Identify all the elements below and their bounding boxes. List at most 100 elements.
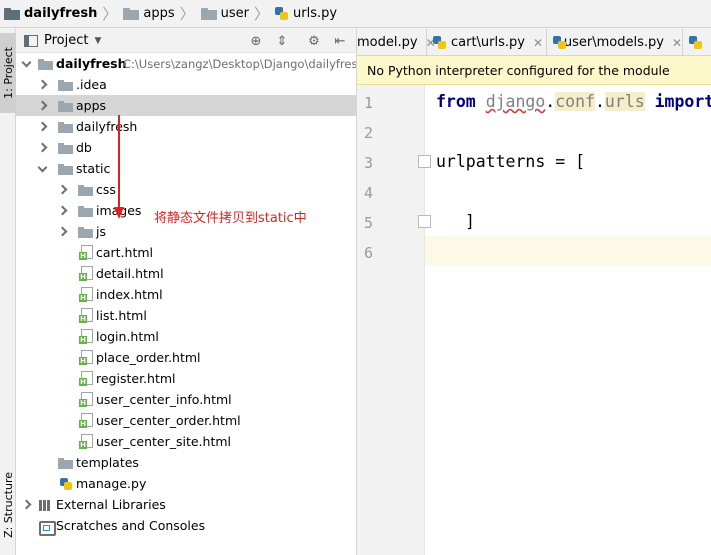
line-number: 2: [363, 124, 373, 142]
breadcrumb-file-label: urls.py: [293, 6, 338, 21]
dot: .: [594, 92, 605, 111]
tree-item-html-file[interactable]: detail.html: [16, 263, 356, 284]
python-file-icon: [553, 35, 566, 50]
python-file-icon: [275, 6, 289, 21]
tree-item-idea[interactable]: .idea: [16, 74, 356, 95]
tab-model-py[interactable]: model.py ✕: [357, 29, 436, 55]
tree-item-html-file[interactable]: index.html: [16, 284, 356, 305]
tab-label: user\models.py: [563, 35, 664, 50]
tree-item-apps[interactable]: apps: [16, 95, 356, 116]
annotation-text: 将静态文件拷贝到static中: [154, 211, 307, 226]
folder-icon: [57, 78, 73, 92]
html-file-icon: [79, 329, 93, 344]
structure-tool-tab[interactable]: Z: Structure: [0, 459, 16, 551]
chevron-right-icon[interactable]: [56, 205, 68, 217]
folder-icon: [57, 162, 73, 176]
tree-item-scratches[interactable]: Scratches and Consoles: [16, 515, 356, 536]
tree-item-label: static: [76, 161, 111, 176]
chevron-right-icon[interactable]: [56, 184, 68, 196]
html-file-icon: [79, 434, 93, 449]
tree-item-html-file[interactable]: user_center_order.html: [16, 410, 356, 431]
tree-item-label: manage.py: [76, 476, 147, 491]
tree-item-html-file[interactable]: user_center_info.html: [16, 389, 356, 410]
tree-item-dailyfresh[interactable]: dailyfresh: [16, 116, 356, 137]
dot: .: [545, 92, 556, 111]
tree-item-templates[interactable]: templates: [16, 452, 356, 473]
tree-item-html-file[interactable]: cart.html: [16, 242, 356, 263]
folder-icon: [37, 57, 53, 71]
close-icon[interactable]: ✕: [533, 36, 543, 50]
chevron-right-icon[interactable]: [36, 79, 48, 91]
project-folder-icon: [4, 7, 20, 20]
tree-item-label: list.html: [96, 308, 147, 323]
project-panel-header: Project ▼ ⊕ ⇕ ⚙ ⇤: [16, 29, 356, 53]
tree-item-html-file[interactable]: user_center_site.html: [16, 431, 356, 452]
breadcrumb-apps[interactable]: apps 〉: [123, 0, 200, 28]
chevron-down-icon[interactable]: [20, 58, 32, 70]
chevron-down-icon[interactable]: ▼: [94, 36, 101, 46]
tree-item-static[interactable]: static: [16, 158, 356, 179]
chevron-right-icon[interactable]: [36, 121, 48, 133]
fold-marker-icon[interactable]: [418, 155, 431, 168]
tree-item-label: css: [96, 182, 116, 197]
project-tree: dailyfresh C:\Users\zangz\Desktop\Django…: [16, 53, 356, 555]
html-file-icon: [79, 287, 93, 302]
tree-item-html-file[interactable]: list.html: [16, 305, 356, 326]
code-editor[interactable]: 1 2 3 4 5 6 from django.conf.urls import…: [357, 85, 711, 555]
tab-user-models-py[interactable]: user\models.py ✕: [547, 29, 683, 55]
collapse-all-icon[interactable]: ⇕: [274, 33, 290, 49]
hide-panel-icon[interactable]: ⇤: [332, 33, 348, 49]
folder-icon: [77, 204, 93, 218]
folder-icon: [57, 141, 73, 155]
html-file-icon: [79, 245, 93, 260]
breadcrumb-file[interactable]: urls.py: [275, 0, 337, 28]
project-root-path: C:\Users\zangz\Desktop\Django\dailyfresh: [123, 56, 356, 71]
code-line-1: from django.conf.urls import: [436, 92, 711, 111]
project-tool-tab[interactable]: 1: Project: [0, 33, 16, 113]
locate-icon[interactable]: ⊕: [248, 33, 264, 49]
interpreter-warning-text: No Python interpreter configured for the…: [367, 62, 670, 78]
html-file-icon: [79, 308, 93, 323]
tree-item-html-file[interactable]: place_order.html: [16, 347, 356, 368]
folder-icon: [200, 7, 217, 20]
tree-item-html-file[interactable]: login.html: [16, 326, 356, 347]
annotation-arrow: [114, 115, 124, 219]
folder-icon: [77, 225, 93, 239]
folder-icon: [57, 120, 73, 134]
breadcrumb-user[interactable]: user 〉: [200, 0, 275, 28]
tree-item-html-file[interactable]: register.html: [16, 368, 356, 389]
line-number: 5: [363, 214, 373, 232]
project-tool-tab-label: 1: Project: [1, 47, 15, 99]
chevron-right-icon[interactable]: [36, 142, 48, 154]
chevron-right-icon[interactable]: [36, 100, 48, 112]
tab-overflow[interactable]: [683, 29, 711, 55]
fold-marker-icon[interactable]: [418, 215, 431, 228]
tree-item-label: .idea: [76, 77, 107, 92]
breadcrumb-separator: 〉: [253, 5, 269, 23]
project-view-selector[interactable]: Project: [44, 33, 88, 48]
close-icon[interactable]: ✕: [672, 36, 682, 50]
tree-item-external-libraries[interactable]: External Libraries: [16, 494, 356, 515]
libraries-icon: [38, 498, 54, 512]
chevron-right-icon[interactable]: [56, 226, 68, 238]
project-view-icon: [24, 34, 38, 47]
tree-item-label: External Libraries: [56, 497, 166, 512]
structure-tool-tab-label: Z: Structure: [1, 472, 15, 538]
tree-item-db[interactable]: db: [16, 137, 356, 158]
tree-item-label: Scratches and Consoles: [56, 518, 206, 533]
folder-icon: [123, 7, 140, 20]
editor-gutter: 1 2 3 4 5 6: [357, 85, 431, 555]
editor-tab-bar: model.py ✕ cart\urls.py ✕ user\models.py…: [357, 29, 711, 56]
tree-item-manage-py[interactable]: manage.py: [16, 473, 356, 494]
module-conf: conf: [555, 92, 595, 111]
chevron-right-icon[interactable]: [20, 499, 32, 511]
breadcrumb-project[interactable]: dailyfresh 〉: [4, 0, 123, 28]
tree-item-label: dailyfresh: [76, 119, 138, 134]
tree-item-dailyfresh-root[interactable]: dailyfresh C:\Users\zangz\Desktop\Django…: [16, 53, 356, 74]
tree-item-css[interactable]: css: [16, 179, 356, 200]
gear-icon[interactable]: ⚙: [306, 33, 322, 49]
tab-cart-urls-py[interactable]: cart\urls.py ✕: [427, 29, 547, 55]
chevron-down-icon[interactable]: [36, 163, 48, 175]
tree-item-label: login.html: [96, 329, 159, 344]
tree-item-label: register.html: [96, 371, 176, 386]
